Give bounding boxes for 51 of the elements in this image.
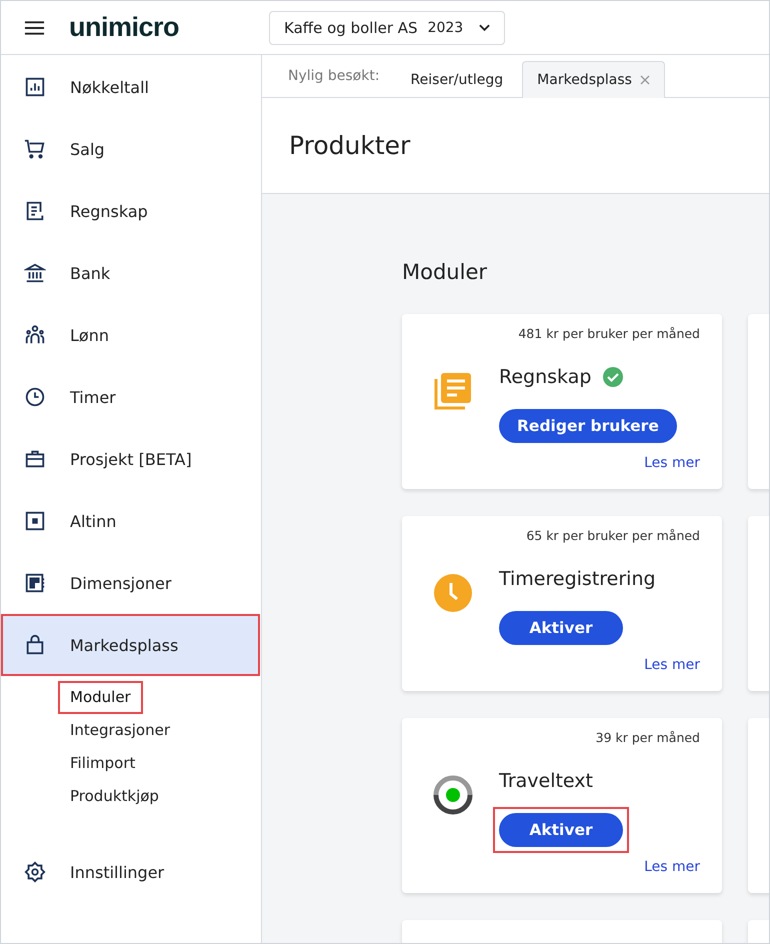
read-more-link[interactable]: Les mer bbox=[644, 657, 700, 673]
company-selector[interactable]: Kaffe og boller AS 2023 bbox=[269, 10, 506, 44]
close-icon[interactable] bbox=[640, 75, 650, 85]
module-name: Traveltext bbox=[499, 770, 593, 792]
recent-tab[interactable]: Reiser/utlegg bbox=[396, 61, 518, 98]
square-icon bbox=[24, 510, 46, 532]
document-stack-icon bbox=[433, 371, 473, 411]
sidebar-subitem[interactable]: Moduler bbox=[58, 681, 143, 714]
logo: unimicro bbox=[69, 12, 180, 43]
read-more-link[interactable]: Les mer bbox=[644, 859, 700, 875]
sidebar-subitem[interactable]: Produktkjøp bbox=[58, 780, 171, 813]
price-text: 65 kr per bruker per måned bbox=[525, 527, 701, 543]
sidebar-item[interactable]: Lønn bbox=[1, 304, 260, 366]
sidebar-item[interactable]: Bank bbox=[1, 242, 260, 304]
module-action-button[interactable]: Aktiver bbox=[499, 813, 623, 847]
sidebar-item[interactable]: Regnskap bbox=[1, 180, 260, 242]
people-icon bbox=[24, 324, 46, 346]
module-action-button[interactable]: Aktiver bbox=[499, 611, 623, 645]
grid-icon bbox=[24, 572, 46, 594]
menu-icon[interactable] bbox=[24, 20, 45, 36]
module-name: Regnskap bbox=[499, 366, 592, 388]
bank-icon bbox=[24, 262, 46, 284]
module-name: Timeregistrering bbox=[499, 568, 656, 590]
briefcase-icon bbox=[24, 448, 46, 470]
sidebar-item[interactable]: Nøkkeltall bbox=[1, 56, 260, 118]
recent-tab[interactable]: Markedsplass bbox=[522, 61, 665, 98]
recent-label: Nylig besøkt: bbox=[288, 68, 380, 84]
cart-icon bbox=[24, 138, 46, 160]
sidebar-item[interactable]: Dimensjoner bbox=[1, 552, 260, 614]
sidebar-item[interactable]: Timer bbox=[1, 366, 260, 428]
bar-chart-icon bbox=[24, 76, 46, 98]
read-more-link[interactable]: Les mer bbox=[644, 455, 700, 471]
sidebar-subitem[interactable]: Filimport bbox=[58, 747, 148, 780]
price-text: 481 kr per bruker per måned bbox=[517, 325, 701, 341]
clock-icon bbox=[24, 386, 46, 408]
sidebar-item[interactable]: Altinn bbox=[1, 490, 260, 552]
sidebar-item[interactable]: Prosjekt [BETA] bbox=[1, 428, 260, 490]
bag-icon bbox=[24, 634, 46, 656]
document-icon bbox=[24, 200, 46, 222]
module-action-button[interactable]: Rediger brukere bbox=[499, 409, 677, 443]
sidebar-subitem[interactable]: Integrasjoner bbox=[58, 714, 182, 747]
ring-icon bbox=[433, 775, 473, 815]
sidebar-item[interactable]: Markedsplass bbox=[1, 614, 260, 676]
sidebar-item[interactable]: Innstillinger bbox=[1, 841, 260, 903]
clock-icon bbox=[433, 573, 473, 613]
section-title: Moduler bbox=[402, 260, 488, 284]
price-text: 39 kr per måned bbox=[594, 729, 701, 745]
settings-icon bbox=[24, 861, 46, 883]
chevron-down-icon bbox=[479, 24, 490, 32]
sidebar-item[interactable]: Salg bbox=[1, 118, 260, 180]
page-title: Produkter bbox=[289, 131, 410, 160]
